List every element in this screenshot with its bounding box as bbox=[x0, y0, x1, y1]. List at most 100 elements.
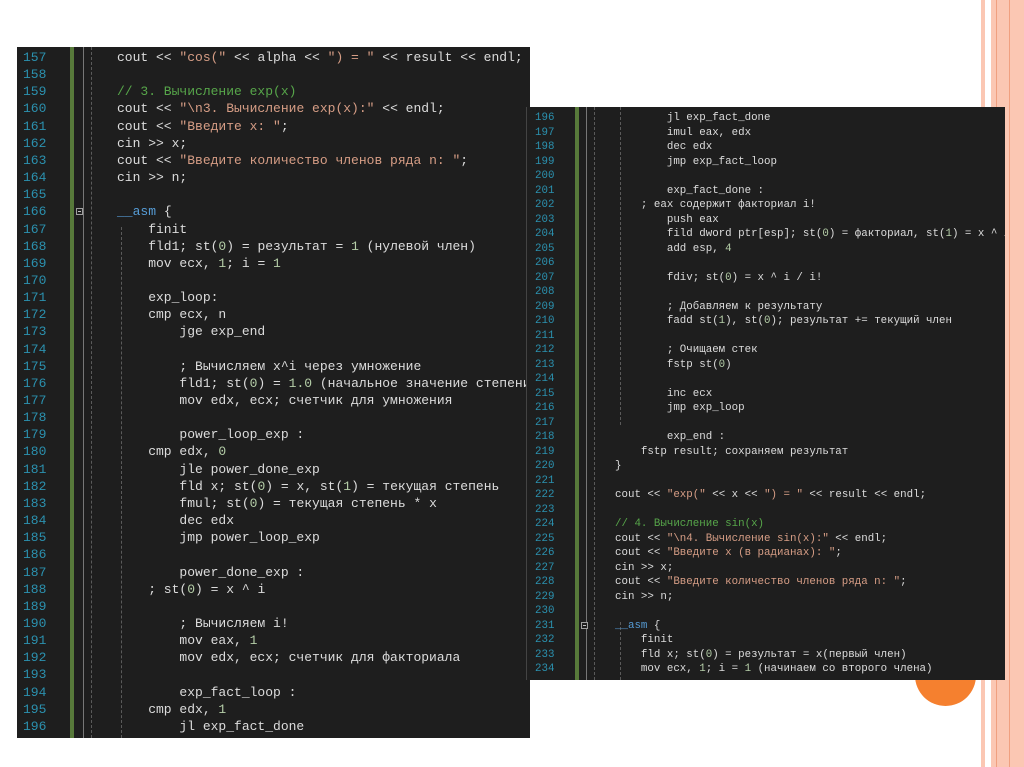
line-number: 211 bbox=[535, 329, 555, 342]
line-number: 234 bbox=[535, 663, 555, 675]
code-token: jmp power_loop_exp bbox=[117, 530, 320, 546]
code-token: ) bbox=[725, 358, 732, 371]
code-text: cout << "\n3. Вычисление exp(x):" << end… bbox=[117, 100, 445, 117]
code-line: 194 exp_fact_loop : bbox=[17, 684, 530, 701]
code-line: 169 mov ecx, 1; i = 1 bbox=[17, 255, 530, 272]
code-token: jmp exp_fact_loop bbox=[615, 155, 777, 168]
code-text: power_done_exp : bbox=[117, 564, 304, 581]
code-token: fadd st( bbox=[615, 315, 719, 327]
code-token: 1 bbox=[249, 633, 258, 649]
code-token: imul eax, edx bbox=[615, 126, 752, 139]
code-editor-screenshot-right: 196 jl exp_fact_done 197 imul eax, edx 198… bbox=[527, 107, 1005, 680]
code-text: ; Вычисляем i! bbox=[117, 615, 288, 632]
code-text: jge exp_end bbox=[117, 323, 265, 340]
code-token: add esp, bbox=[615, 242, 726, 255]
line-number: 226 bbox=[535, 547, 555, 559]
code-line: 196 jl exp_fact_done bbox=[17, 718, 530, 735]
code-line: 219 fstp result; сохраняем результат bbox=[527, 445, 1005, 460]
code-token: ; bbox=[900, 576, 907, 588]
line-number: 174 bbox=[23, 341, 47, 357]
code-token: exp_fact_done : bbox=[615, 184, 765, 197]
code-text: cout << "Введите x (в радианах): "; bbox=[615, 546, 842, 561]
code-line: 209 ; Добавляем к результату bbox=[527, 300, 1005, 315]
code-text: // 4. Вычисление sin(x) bbox=[615, 517, 764, 532]
line-number: 159 bbox=[23, 84, 47, 100]
code-token: 1.0 bbox=[288, 375, 313, 391]
code-line: 163 cout << "Введите количество членов ря… bbox=[17, 152, 530, 169]
line-number: 193 bbox=[23, 667, 47, 683]
code-line: 212 ; Очищаем стек bbox=[527, 343, 1005, 358]
code-token: cout << bbox=[117, 50, 180, 65]
line-number: 202 bbox=[535, 199, 555, 211]
line-number: 192 bbox=[23, 650, 47, 666]
line-number: 222 bbox=[535, 489, 555, 501]
code-token: ; eax содержит факториал i! bbox=[615, 199, 816, 211]
line-number: 161 bbox=[23, 118, 47, 134]
code-token: jl exp_fact_done bbox=[117, 718, 305, 734]
line-number: 181 bbox=[23, 461, 47, 477]
code-token: ; bbox=[460, 152, 469, 168]
code-line: 208 bbox=[527, 285, 1005, 300]
line-number: 197 bbox=[535, 126, 555, 139]
collapse-region-icon[interactable] bbox=[76, 208, 83, 216]
line-number: 230 bbox=[535, 605, 555, 617]
line-number: 196 bbox=[23, 718, 47, 734]
code-token: ), st( bbox=[725, 315, 765, 327]
line-number: 201 bbox=[535, 184, 555, 197]
line-number: 183 bbox=[23, 495, 47, 511]
line-number: 184 bbox=[23, 513, 47, 529]
code-token: fld x; st( bbox=[117, 478, 258, 494]
code-token: fdiv; st( bbox=[615, 271, 726, 284]
line-number: 210 bbox=[535, 315, 555, 327]
code-line: 184 dec edx bbox=[17, 512, 530, 529]
code-line: 176 fld1; st(0) = 1.0 (начальное значени… bbox=[17, 375, 530, 392]
line-number: 225 bbox=[535, 532, 555, 545]
code-line: 185 jmp power_loop_exp bbox=[17, 529, 530, 546]
line-number: 187 bbox=[23, 564, 47, 580]
code-text: dec edx bbox=[615, 140, 712, 155]
code-line: 181 jle power_done_exp bbox=[17, 461, 530, 478]
code-token: 1 bbox=[218, 701, 227, 717]
code-line: 182 fld x; st(0) = x, st(1) = текущая ст… bbox=[17, 478, 530, 495]
code-text: exp_fact_done : bbox=[615, 184, 764, 199]
line-number: 165 bbox=[23, 187, 47, 203]
code-line: 166 __asm { bbox=[17, 203, 530, 220]
code-text: inc ecx bbox=[615, 387, 712, 402]
code-token: // 3. Вычисление exp(x) bbox=[117, 84, 297, 100]
code-token: cmp edx, bbox=[117, 701, 219, 717]
code-line: 175 ; Вычисляем x^i через умножение bbox=[17, 358, 530, 375]
code-token: ") = " bbox=[327, 50, 375, 65]
code-line: 224 // 4. Вычисление sin(x) bbox=[527, 517, 1005, 532]
code-text: mov ecx, 1; i = 1 bbox=[117, 255, 281, 272]
line-number: 178 bbox=[23, 410, 47, 426]
code-token: 0 bbox=[187, 581, 196, 597]
code-text: jl exp_fact_done bbox=[615, 111, 771, 126]
code-text: ; Очищаем стек bbox=[615, 343, 758, 358]
code-line: 189 bbox=[17, 598, 530, 615]
code-token: ) = x ^ i / i! bbox=[731, 271, 823, 284]
code-text: __asm { bbox=[615, 619, 660, 634]
collapse-region-icon[interactable] bbox=[581, 622, 588, 630]
code-text: cout << "\n4. Вычисление sin(x):" << end… bbox=[615, 532, 887, 547]
line-number: 209 bbox=[535, 300, 555, 313]
code-line: 203 push eax bbox=[527, 213, 1005, 228]
line-number: 196 bbox=[535, 112, 555, 124]
code-token: cin >> n; bbox=[117, 170, 188, 186]
line-number: 163 bbox=[23, 152, 47, 168]
line-number: 164 bbox=[23, 170, 47, 186]
code-text: mov ecx, 1; i = 1 (начинаем со второго ч… bbox=[615, 662, 933, 677]
code-line: 191 mov eax, 1 bbox=[17, 632, 530, 649]
code-line: 171 exp_loop: bbox=[17, 289, 530, 306]
code-line: 232 finit bbox=[527, 633, 1005, 648]
code-text: fld1; st(0) = 1.0 (начальное значение ст… bbox=[117, 375, 530, 392]
code-token: cin >> n; bbox=[615, 590, 674, 603]
code-token: ); результат += текущий член bbox=[770, 315, 952, 327]
code-text: __asm { bbox=[117, 203, 172, 220]
code-editor-screenshot-left: 157 cout << "cos(" << alpha << ") = " << … bbox=[17, 47, 530, 738]
code-line: 202 ; eax содержит факториал i! bbox=[527, 198, 1005, 213]
code-text: exp_loop: bbox=[117, 289, 218, 306]
code-line: 180 cmp edx, 0 bbox=[17, 443, 530, 460]
code-text: cin >> x; bbox=[615, 561, 673, 576]
code-token: << result << endl; bbox=[374, 50, 523, 65]
line-number: 217 bbox=[535, 416, 555, 429]
